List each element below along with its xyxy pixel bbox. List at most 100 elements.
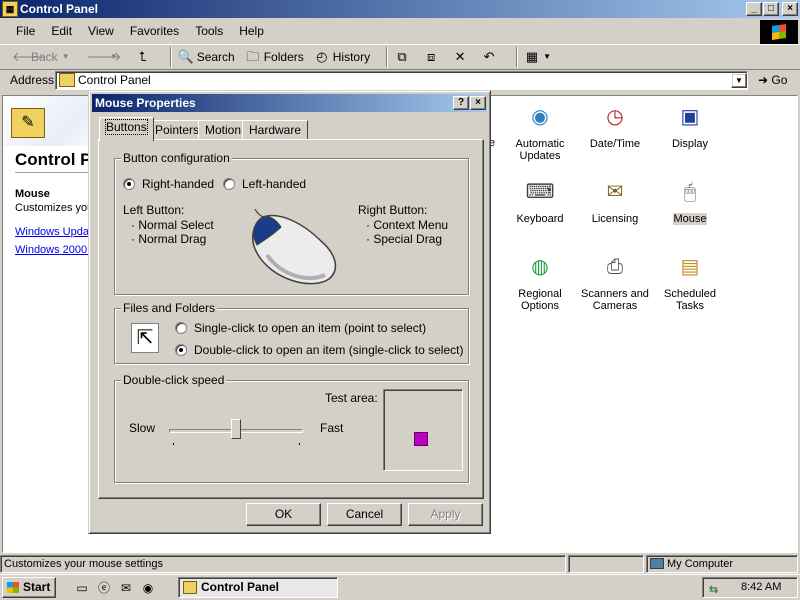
icon-keyboard[interactable]: ⌨ Keyboard [500,175,580,225]
status-panel [568,555,644,573]
history-button[interactable]: ◴ History [314,49,370,65]
undo-button[interactable]: ↶ [481,49,500,65]
scanner-icon: ⎙ [607,256,623,278]
folders-label: Folders [263,50,304,64]
left-handed-radio[interactable]: Left-handed [223,177,306,191]
standard-toolbar: 🡐 Back ▼ 🡒 ▼ ⮤ 🔍 Search 🗀 Folders ◴ Hist… [0,44,800,70]
windows-2000-support-link[interactable]: Windows 2000 S [15,244,98,256]
dialog-close-button[interactable]: × [470,96,486,110]
outlook-express-icon[interactable]: ✉ [118,580,134,596]
toolbar-separator [516,47,519,67]
icon-mouse[interactable]: 🖱 Mouse [650,175,730,225]
views-grid-icon: ▦ [525,49,539,64]
address-input[interactable]: Control Panel [55,71,748,90]
icon-scheduled-tasks[interactable]: ▤ Scheduled Tasks [650,250,730,312]
forward-arrow-icon: 🡒 [86,49,122,64]
icon-label: Scanners and Cameras [581,288,649,312]
fast-label: Fast [320,421,344,435]
internet-explorer-icon[interactable]: ⓔ [96,580,112,596]
jack-in-the-box-icon[interactable] [414,432,428,446]
files-folders-group: Files and Folders ⇱ Single-click to open… [114,301,469,364]
back-button[interactable]: 🡐 Back ▼ [12,49,77,65]
clock[interactable]: 8:42 AM [741,578,781,597]
show-desktop-icon[interactable]: ▭ [74,580,90,596]
close-button[interactable]: × [782,2,798,16]
copy-to-button[interactable]: ⧈ [423,49,442,65]
test-area[interactable] [383,389,463,471]
keyboard-icon: ⌨ [525,181,555,203]
maximize-button[interactable]: □ [763,2,779,16]
right-button-item: · Special Drag [366,232,443,246]
button-configuration-group: Button configuration Right-handed Left-h… [114,151,469,295]
search-button[interactable]: 🔍 Search [178,49,235,65]
network-icon[interactable]: ⇆ [709,581,723,596]
icon-automatic-updates[interactable]: ◉ Automatic Updates [500,100,580,162]
icon-label: Mouse [673,213,707,225]
firefox-icon[interactable]: ◉ [140,580,156,596]
slider-thumb[interactable] [231,419,241,439]
search-icon: 🔍 [177,49,194,64]
address-bar: Address Control Panel ▼ ➜ Go [0,70,800,92]
group-label: Button configuration [121,151,232,165]
forward-dropdown-icon[interactable]: ▼ [106,49,122,65]
menu-edit[interactable]: Edit [43,24,80,38]
ok-button[interactable]: OK [246,503,321,526]
radio-indicator [175,344,187,356]
icon-regional-options[interactable]: ◍ Regional Options [500,250,580,312]
help-button[interactable]: ? [453,96,469,110]
window-title-bar[interactable]: ▦ Control Panel _ □ × [0,0,800,18]
views-button[interactable]: ▦ ▼ [524,49,554,65]
minimize-button[interactable]: _ [746,2,762,16]
icon-display[interactable]: ▣ Display [650,100,730,150]
menu-view[interactable]: View [80,24,122,38]
up-button[interactable]: ⮤ [135,49,154,65]
back-dropdown-icon[interactable]: ▼ [58,49,74,65]
menu-favorites[interactable]: Favorites [122,24,187,38]
slow-label: Slow [129,421,156,435]
windows-flag-icon [772,24,786,40]
toolbar-separator [386,47,389,67]
delete-button[interactable]: ✕ [452,49,471,65]
tab-panel-buttons: Button configuration Right-handed Left-h… [98,139,484,499]
move-to-button[interactable]: ⧉ [394,49,413,65]
taskbar-button-control-panel[interactable]: Control Panel [178,577,338,598]
tab-label: Pointers [155,123,200,137]
copy-to-icon: ⧈ [426,49,436,64]
radio-indicator [123,178,135,190]
cancel-button[interactable]: Cancel [327,503,402,526]
back-label: Back [31,50,58,64]
single-click-radio[interactable]: Single-click to open an item (point to s… [175,321,426,335]
windows-flag-icon [7,582,19,593]
tab-buttons[interactable]: Buttons [99,117,154,141]
icon-scanners-cameras[interactable]: ⎙ Scanners and Cameras [575,250,655,312]
certificate-icon: ✉ [606,181,624,203]
radio-label: Right-handed [142,177,215,191]
delete-x-icon: ✕ [454,49,466,64]
radio-indicator [175,322,187,334]
apply-button[interactable]: Apply [408,503,483,526]
folders-button[interactable]: 🗀 Folders [245,49,304,65]
menu-file[interactable]: File [8,24,43,38]
move-to-icon: ⧉ [397,49,407,64]
dialog-title-bar[interactable]: Mouse Properties [92,94,487,112]
icon-licensing[interactable]: ✉ Licensing [575,175,655,225]
icon-date-time[interactable]: ◷ Date/Time [575,100,655,150]
tab-hardware[interactable]: Hardware [242,120,309,140]
right-handed-radio[interactable]: Right-handed [123,177,214,191]
forward-button[interactable]: 🡒 ▼ [87,49,125,65]
pointer-cursor-icon: ⇱ [131,323,159,353]
calendar-clock-icon: ◷ [606,106,624,128]
status-bar: Customizes your mouse settings My Comput… [0,554,800,574]
go-button[interactable]: ➜ Go [758,73,787,87]
mouse-properties-dialog: Mouse Properties ? × Buttons Pointers Mo… [88,90,491,534]
address-dropdown-button[interactable]: ▼ [731,73,747,88]
menu-help[interactable]: Help [231,24,272,38]
group-label: Files and Folders [121,301,218,315]
start-button[interactable]: Start [2,577,56,598]
control-panel-large-icon: ✎ [11,108,45,138]
menu-tools[interactable]: Tools [187,24,231,38]
double-click-radio[interactable]: Double-click to open an item (single-cli… [175,343,463,357]
views-dropdown-icon[interactable]: ▼ [543,49,551,65]
tab-motion[interactable]: Motion [198,120,249,140]
windows-update-link[interactable]: Windows Updat [15,226,92,238]
